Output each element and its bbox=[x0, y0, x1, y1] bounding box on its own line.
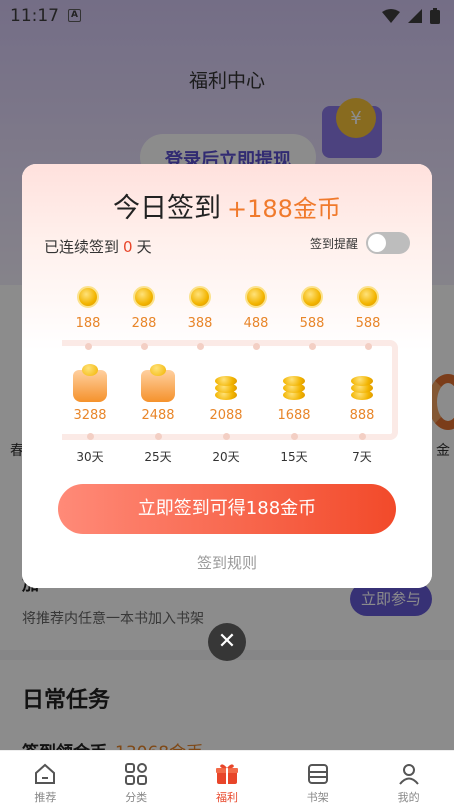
daily-reward-item: 588 bbox=[338, 286, 398, 350]
wifi-icon bbox=[382, 9, 400, 23]
modal-title: 今日签到 +188金币 bbox=[22, 186, 432, 225]
status-bar: 11:17 A bbox=[0, 0, 454, 32]
progress-dot bbox=[358, 433, 366, 440]
day-label: 25天 bbox=[144, 450, 172, 464]
milestone-reward-item: 888 7天 bbox=[332, 370, 392, 465]
day-label: 30天 bbox=[76, 450, 104, 464]
reward-amount: 588 bbox=[299, 316, 325, 331]
progress-dot bbox=[140, 343, 148, 350]
tab-recommend[interactable]: 推荐 bbox=[0, 751, 91, 808]
tab-welfare[interactable]: 福利 bbox=[182, 751, 273, 808]
status-time: 11:17 bbox=[10, 6, 59, 26]
tab-label: 分类 bbox=[125, 791, 148, 804]
streak-count: 0 bbox=[123, 238, 133, 256]
reminder-setting: 签到提醒 bbox=[310, 232, 410, 254]
modal-bonus: +188金币 bbox=[227, 195, 341, 223]
bookshelf-icon bbox=[307, 764, 328, 784]
daily-reward-item: 488 bbox=[226, 286, 286, 350]
coin-bag-icon bbox=[73, 364, 107, 402]
coin-pile-icon bbox=[209, 370, 243, 402]
coin-icon bbox=[189, 286, 211, 308]
tab-label: 我的 bbox=[397, 791, 420, 804]
day-label: 20天 bbox=[212, 450, 240, 464]
coin-icon bbox=[245, 286, 267, 308]
checkin-button[interactable]: 立即签到可得188金币 bbox=[58, 484, 396, 534]
coin-icon bbox=[133, 286, 155, 308]
coin-icon bbox=[301, 286, 323, 308]
day-label: 15天 bbox=[280, 450, 308, 464]
streak-suffix: 天 bbox=[136, 238, 152, 256]
progress-dot bbox=[290, 433, 298, 440]
reward-amount: 288 bbox=[131, 316, 157, 331]
coin-pile-icon bbox=[345, 370, 379, 402]
checkin-modal: 今日签到 +188金币 已连续签到 0 天 签到提醒 188 288 388 488 588 5… bbox=[22, 164, 432, 588]
reward-amount: 888 bbox=[349, 408, 375, 423]
streak-text: 已连续签到 0 天 bbox=[44, 236, 152, 257]
reminder-label: 签到提醒 bbox=[309, 236, 358, 251]
checkin-rules-link[interactable]: 签到规则 bbox=[22, 552, 432, 573]
home-icon bbox=[35, 763, 56, 784]
reward-amount: 2088 bbox=[209, 408, 243, 423]
reward-amount: 3288 bbox=[73, 408, 107, 423]
tab-label: 福利 bbox=[215, 791, 238, 804]
tab-bookshelf[interactable]: 书架 bbox=[272, 751, 363, 808]
progress-dot bbox=[84, 343, 92, 350]
toggle-knob bbox=[368, 234, 386, 252]
milestone-reward-item: 1688 15天 bbox=[264, 370, 324, 465]
progress-dot bbox=[222, 433, 230, 440]
notification-badge-icon: A bbox=[68, 9, 81, 22]
reward-amount: 1688 bbox=[277, 408, 311, 423]
coin-bag-icon bbox=[141, 364, 175, 402]
progress-dot bbox=[252, 343, 260, 350]
coin-icon bbox=[357, 286, 379, 308]
day-label: 7天 bbox=[352, 450, 372, 464]
close-icon[interactable]: ✕ bbox=[208, 623, 246, 661]
milestone-reward-item: 2088 20天 bbox=[196, 370, 256, 465]
progress-dot bbox=[86, 433, 94, 440]
status-icons bbox=[382, 8, 440, 24]
daily-reward-item: 588 bbox=[282, 286, 342, 350]
user-icon bbox=[398, 764, 419, 785]
daily-reward-item: 288 bbox=[114, 286, 174, 350]
milestone-reward-item: 2488 25天 bbox=[128, 364, 188, 465]
milestone-reward-item: 3288 30天 bbox=[60, 364, 120, 465]
reward-amount: 388 bbox=[187, 316, 213, 331]
tab-mine[interactable]: 我的 bbox=[363, 751, 454, 808]
progress-dot bbox=[364, 343, 372, 350]
reward-amount: 2488 bbox=[141, 408, 175, 423]
reminder-toggle[interactable] bbox=[366, 232, 410, 254]
daily-reward-item: 188 bbox=[58, 286, 118, 350]
grid-icon bbox=[125, 763, 148, 785]
tab-label: 书架 bbox=[306, 791, 329, 804]
coin-icon bbox=[77, 286, 99, 308]
tab-category[interactable]: 分类 bbox=[91, 751, 182, 808]
tab-label: 推荐 bbox=[34, 791, 57, 804]
streak-prefix: 已连续签到 bbox=[44, 238, 120, 256]
reward-amount: 188 bbox=[75, 316, 101, 331]
reward-amount: 588 bbox=[355, 316, 381, 331]
gift-icon bbox=[215, 764, 238, 784]
battery-icon bbox=[430, 8, 440, 24]
signal-icon bbox=[408, 9, 422, 23]
progress-dot bbox=[308, 343, 316, 350]
modal-title-text: 今日签到 bbox=[113, 193, 222, 224]
progress-dot bbox=[196, 343, 204, 350]
bottom-tab-bar: 推荐 分类 福利 书架 我的 bbox=[0, 750, 454, 808]
daily-reward-item: 388 bbox=[170, 286, 230, 350]
coin-pile-icon bbox=[277, 370, 311, 402]
progress-dot bbox=[154, 433, 162, 440]
reward-amount: 488 bbox=[243, 316, 269, 331]
